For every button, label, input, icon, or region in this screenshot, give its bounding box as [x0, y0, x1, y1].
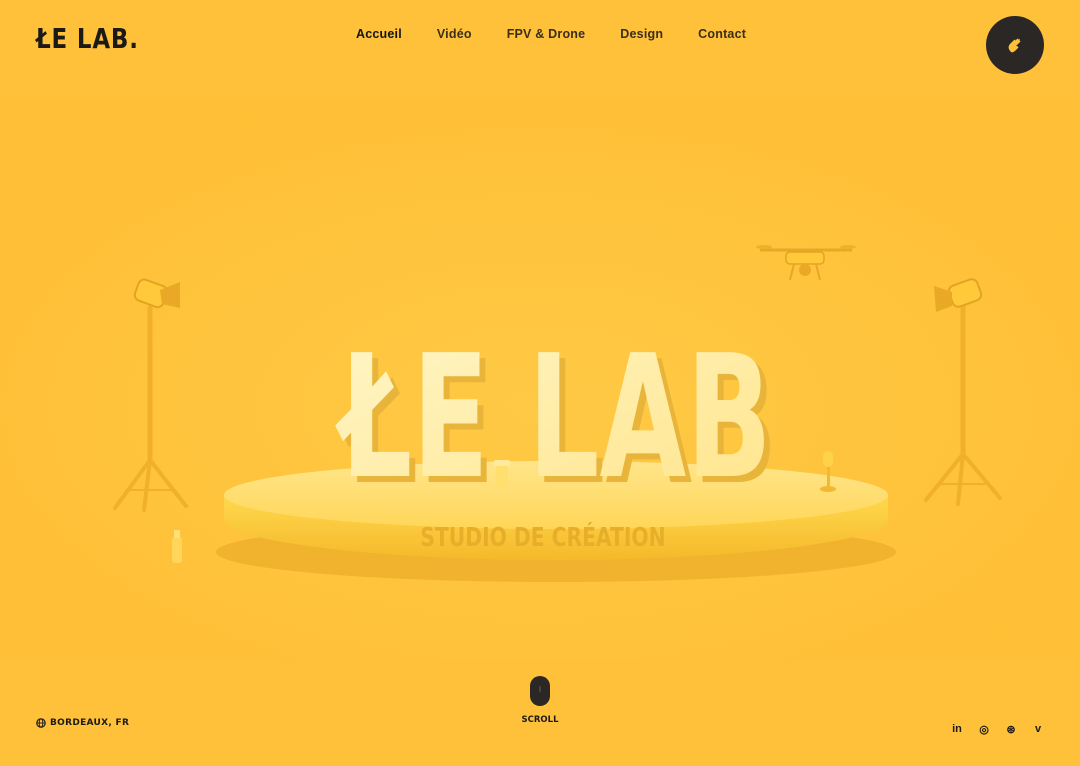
vimeo-icon[interactable]: v — [1031, 722, 1045, 736]
globe-icon — [36, 718, 46, 728]
hero-subtitle: STUDIO DE CRÉATION — [420, 521, 665, 552]
hero-title: ŁE LAB — [335, 318, 772, 516]
hero-scene: ŁE LAB ŁE LAB STUDIO DE CRÉATION — [0, 100, 1080, 660]
cup-prop — [494, 460, 510, 487]
location: BORDEAUX, FR — [36, 718, 129, 728]
dribbble-icon[interactable]: ⊛ — [1004, 722, 1018, 736]
instagram-icon[interactable]: ◎ — [977, 722, 991, 736]
scroll-label: SCROLL — [521, 715, 559, 725]
mouse-icon — [530, 676, 550, 706]
location-label: BORDEAUX, FR — [50, 718, 130, 728]
scroll-indicator[interactable]: SCROLL — [520, 676, 560, 725]
linkedin-icon[interactable]: in — [950, 722, 964, 736]
social-links: in ◎ ⊛ v — [950, 722, 1045, 736]
